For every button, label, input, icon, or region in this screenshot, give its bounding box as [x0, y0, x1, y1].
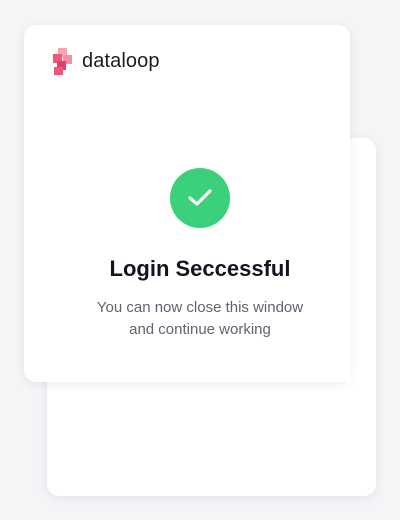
status-message: You can now close this window and contin… — [0, 297, 400, 341]
brand-logo: dataloop — [52, 46, 160, 76]
success-badge — [170, 168, 230, 228]
dataloop-logo-icon — [53, 48, 72, 75]
checkmark-icon — [188, 189, 212, 206]
page-title: Login Seccessful — [109, 256, 291, 281]
brand-name: dataloop — [82, 49, 160, 72]
login-success-page: dataloop Login Seccessful You can now cl… — [0, 0, 400, 520]
status-message-line-1: You can now close this window — [96, 299, 304, 316]
status-message-line-2: and continue working — [129, 321, 271, 338]
